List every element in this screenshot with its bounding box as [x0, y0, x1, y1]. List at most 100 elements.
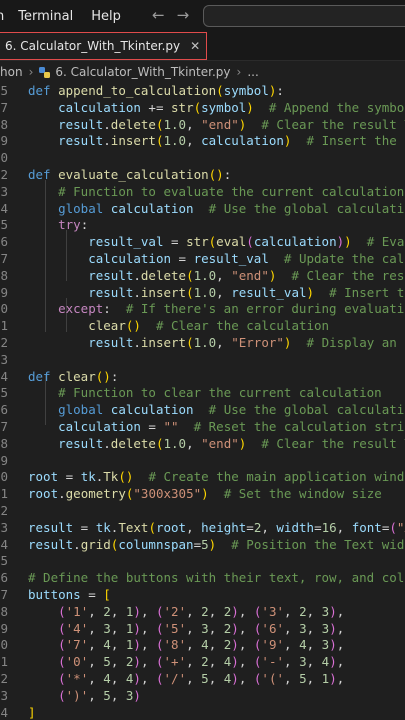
code-line[interactable]: 0 root = tk.Tk() # Create the main applic…: [0, 468, 405, 485]
code-line[interactable]: 5: [0, 552, 405, 569]
code-line[interactable]: 9 result.insert(1.0, calculation) # Inse…: [0, 132, 405, 149]
line-number: 2: [0, 167, 8, 182]
code-line[interactable]: 3 # Function to evaluate the current cal…: [0, 183, 405, 200]
code-line[interactable]: 9: [0, 452, 405, 469]
code-line[interactable]: 9 result.insert(1.0, result_val) # Inser…: [0, 284, 405, 301]
code-text: def evaluate_calculation():: [28, 167, 232, 182]
code-text: ('0', 5, 2), ('+', 2, 4), ('-', 3, 4),: [58, 654, 345, 670]
code-line[interactable]: 0: [0, 149, 405, 166]
code-line[interactable]: 2 ('*', 4, 4), ('/', 5, 4), ('(', 5, 1),: [0, 670, 405, 687]
line-number: 8: [0, 116, 8, 132]
code-line[interactable]: 9 ('4', 3, 1), ('5', 3, 2), ('6', 3, 3),: [0, 620, 405, 637]
code-text: result_val = str(eval(calculation)) # Ev…: [88, 234, 405, 250]
code-line[interactable]: 7 buttons = [: [0, 586, 405, 603]
code-line[interactable]: 5 def append_to_calculation(symbol):: [0, 82, 405, 99]
code-line[interactable]: 8 result.delete(1.0, "end") # Clear the …: [0, 267, 405, 284]
code-line[interactable]: 1 root.geometry("300x305") # Set the wind…: [0, 485, 405, 502]
line-number: 5: [0, 83, 8, 98]
line-number: 0: [0, 469, 8, 485]
code-text: calculation = result_val # Update the ca…: [88, 251, 405, 266]
close-icon[interactable]: ✕: [190, 39, 200, 53]
code-editor[interactable]: 5 def append_to_calculation(symbol): 7 cal…: [0, 82, 405, 720]
code-line[interactable]: 6 result_val = str(eval(calculation)) # …: [0, 233, 405, 250]
line-number: 3: [0, 519, 8, 535]
code-line[interactable]: 8 result.delete(1.0, "end") # Clear the …: [0, 116, 405, 133]
line-number: 4: [0, 704, 8, 720]
code-line[interactable]: 2: [0, 502, 405, 519]
tab-bar: 6. Calculator_With_Tkinter.py ✕: [0, 32, 405, 61]
code-line[interactable]: 4 def clear():: [0, 368, 405, 385]
code-line[interactable]: 3 (')', 5, 3): [0, 687, 405, 704]
line-number: 1: [0, 318, 8, 334]
code-text: ]: [28, 704, 36, 720]
code-line[interactable]: 6 global calculation # Use the global ca…: [0, 401, 405, 418]
line-number: 0: [0, 150, 8, 166]
code-line[interactable]: 7 calculation = result_val # Update the …: [0, 250, 405, 267]
menu-item-terminal[interactable]: Terminal: [18, 9, 73, 24]
code-text: global calculation # Use the global calc…: [58, 200, 405, 216]
line-number: 6: [0, 402, 8, 418]
code-text: except: # If there's an error during eva…: [58, 301, 405, 317]
code-text: result.insert(1.0, result_val) # Insert …: [88, 284, 405, 300]
code-text: try:: [58, 217, 89, 233]
code-text: # Function to evaluate the current calcu…: [58, 183, 405, 199]
code-text: buttons = [: [28, 587, 111, 602]
code-line[interactable]: 2 result.insert(1.0, "Error") # Display …: [0, 334, 405, 351]
code-line[interactable]: 3 result = tk.Text(root, height=2, width=…: [0, 519, 405, 536]
code-line[interactable]: 5 # Function to clear the current calcul…: [0, 384, 405, 401]
breadcrumb-parent[interactable]: hon: [0, 65, 23, 79]
code-line[interactable]: 0 ('7', 4, 1), ('8', 4, 2), ('9', 4, 3),: [0, 636, 405, 653]
code-line[interactable]: 3: [0, 351, 405, 368]
line-number: 7: [0, 251, 8, 266]
breadcrumb-file[interactable]: 6. Calculator_With_Tkinter.py: [55, 65, 230, 79]
line-number: 5: [0, 385, 8, 401]
line-number: 9: [0, 452, 8, 468]
line-number: 4: [0, 200, 8, 216]
line-number: 9: [0, 284, 8, 300]
code-line[interactable]: 6 # Define the buttons with their text, r…: [0, 569, 405, 586]
command-center-search[interactable]: [203, 5, 405, 27]
code-line[interactable]: 2 def evaluate_calculation():: [0, 166, 405, 183]
line-number: 7: [0, 587, 8, 602]
line-number: 9: [0, 620, 8, 636]
line-number: 5: [0, 217, 8, 233]
line-number: 2: [0, 335, 8, 350]
code-line[interactable]: 1 ('0', 5, 2), ('+', 2, 4), ('-', 3, 4),: [0, 653, 405, 670]
code-line[interactable]: 4 global calculation # Use the global ca…: [0, 200, 405, 217]
code-text: root = tk.Tk() # Create the main applica…: [28, 469, 405, 485]
line-number: 8: [0, 267, 8, 283]
line-number: 4: [0, 368, 8, 384]
line-number: 3: [0, 183, 8, 199]
code-line[interactable]: 4]: [0, 704, 405, 720]
code-line[interactable]: 4 result.grid(columnspan=5) # Position th…: [0, 536, 405, 553]
code-line[interactable]: 0 except: # If there's an error during e…: [0, 300, 405, 317]
code-text: global calculation # Use the global calc…: [58, 402, 405, 418]
forward-arrow-icon[interactable]: →: [177, 6, 190, 24]
menu-item-help[interactable]: Help: [91, 9, 121, 24]
code-line[interactable]: 7 calculation += str(symbol) # Append th…: [0, 99, 405, 116]
line-number: 8: [0, 435, 8, 451]
menu-item-run[interactable]: n: [0, 9, 4, 24]
code-text: result.delete(1.0, "end") # Clear the re…: [58, 435, 405, 451]
code-text: result.insert(1.0, "Error") # Display an…: [88, 335, 405, 350]
code-text: calculation += str(symbol) # Append the …: [58, 99, 405, 115]
line-number: 2: [0, 671, 8, 686]
line-number: 1: [0, 654, 8, 670]
code-text: (')', 5, 3): [58, 687, 141, 703]
line-number: 3: [0, 351, 8, 367]
code-line[interactable]: 8 ('1', 2, 1), ('2', 2, 2), ('3', 2, 3),: [0, 603, 405, 620]
code-line[interactable]: 1 clear() # Clear the calculation: [0, 317, 405, 334]
code-line[interactable]: 8 result.delete(1.0, "end") # Clear the …: [0, 435, 405, 452]
code-text: def append_to_calculation(symbol):: [28, 83, 284, 98]
tab-calculator-file[interactable]: 6. Calculator_With_Tkinter.py ✕: [0, 32, 208, 60]
back-arrow-icon[interactable]: ←: [152, 6, 165, 24]
code-text: result.delete(1.0, "end") # Clear the re…: [58, 116, 405, 132]
code-line[interactable]: 5 try:: [0, 216, 405, 233]
code-text: ('4', 3, 1), ('5', 3, 2), ('6', 3, 3),: [58, 620, 345, 636]
breadcrumb-more[interactable]: ...: [247, 65, 258, 79]
line-number: 1: [0, 486, 8, 502]
code-line[interactable]: 7 calculation = "" # Reset the calculati…: [0, 418, 405, 435]
line-number: 0: [0, 301, 8, 317]
code-text: root.geometry("300x305") # Set the windo…: [28, 486, 382, 502]
line-number: 5: [0, 553, 8, 569]
